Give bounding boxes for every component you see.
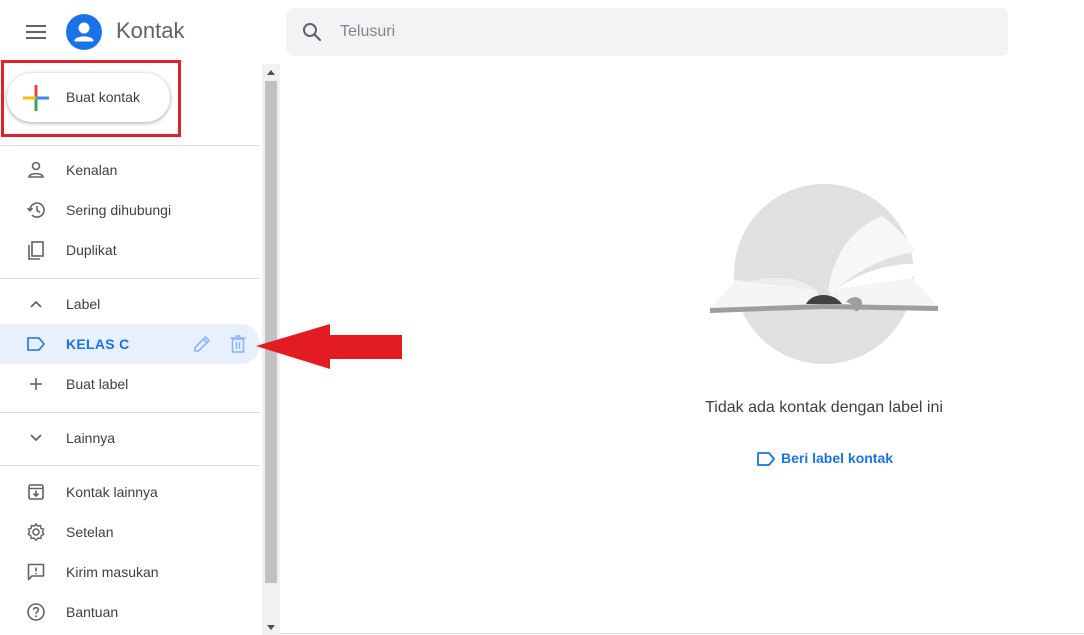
sidebar-item-label: Sering dihubungi bbox=[66, 202, 172, 218]
gear-icon bbox=[24, 520, 48, 544]
create-label-button[interactable]: Buat label bbox=[0, 364, 260, 404]
empty-state-message: Tidak ada kontak dengan label ini bbox=[705, 399, 943, 416]
sidebar-item-feedback[interactable]: Kirim masukan bbox=[0, 552, 260, 592]
sidebar-item-label: Setelan bbox=[66, 524, 114, 540]
divider bbox=[0, 278, 260, 279]
sidebar-item-label-kelas-c[interactable]: KELAS C bbox=[0, 324, 260, 364]
divider bbox=[0, 465, 260, 466]
label-contacts-link-text: Beri label kontak bbox=[781, 450, 894, 466]
feedback-icon bbox=[24, 560, 48, 584]
scroll-up-arrow-icon[interactable] bbox=[262, 64, 280, 80]
sidebar-item-settings[interactable]: Setelan bbox=[0, 512, 260, 552]
label-section-header: Label bbox=[66, 296, 101, 312]
copy-icon bbox=[24, 238, 48, 262]
sidebar-item-label: Lainnya bbox=[66, 430, 116, 446]
help-icon bbox=[24, 600, 48, 624]
search-bar[interactable] bbox=[286, 8, 1008, 56]
sidebar-item-label: Kontak lainnya bbox=[66, 484, 158, 500]
label-section-toggle[interactable]: Label bbox=[0, 284, 260, 324]
sidebar-item-label: Kenalan bbox=[66, 162, 118, 178]
scroll-down-arrow-icon[interactable] bbox=[262, 619, 280, 635]
chevron-down-icon bbox=[24, 426, 48, 450]
hamburger-menu-icon bbox=[26, 25, 46, 39]
history-icon bbox=[24, 198, 48, 222]
app-title[interactable]: Kontak bbox=[116, 18, 185, 44]
plus-icon bbox=[24, 372, 48, 396]
pencil-icon[interactable] bbox=[191, 333, 213, 355]
sidebar-item-contacts[interactable]: Kenalan bbox=[0, 150, 260, 190]
multicolor-plus-icon bbox=[23, 85, 49, 111]
sidebar-item-label: Bantuan bbox=[66, 604, 119, 620]
sidebar-item-duplicates[interactable]: Duplikat bbox=[0, 230, 260, 270]
label-tag-icon bbox=[24, 332, 48, 356]
trash-icon[interactable] bbox=[227, 333, 249, 355]
sidebar-item-frequently-contacted[interactable]: Sering dihubungi bbox=[0, 190, 260, 230]
main-menu-button[interactable] bbox=[20, 16, 52, 48]
create-contact-label: Buat kontak bbox=[66, 89, 140, 105]
sidebar-item-other-contacts[interactable]: Kontak lainnya bbox=[0, 472, 260, 512]
chevron-up-icon bbox=[24, 292, 48, 316]
sidebar-item-more[interactable]: Lainnya bbox=[0, 418, 260, 458]
person-icon bbox=[24, 158, 48, 182]
sidebar-item-label: Duplikat bbox=[66, 242, 117, 258]
create-contact-button[interactable]: Buat kontak bbox=[7, 73, 170, 122]
app-header: Kontak bbox=[0, 0, 1084, 64]
label-tag-icon bbox=[757, 452, 775, 466]
contacts-logo-icon[interactable] bbox=[66, 14, 102, 50]
sidebar-item-help[interactable]: Bantuan bbox=[0, 592, 260, 632]
sidebar: Buat kontak Kenalan Sering dihubungi Dup… bbox=[0, 60, 262, 635]
sidebar-item-label: KELAS C bbox=[66, 336, 130, 352]
bottom-divider bbox=[280, 633, 1084, 634]
sidebar-item-label: Kirim masukan bbox=[66, 564, 159, 580]
divider bbox=[0, 412, 260, 413]
sidebar-item-label: Buat label bbox=[66, 376, 129, 392]
search-icon[interactable] bbox=[300, 20, 324, 44]
archive-download-icon bbox=[24, 480, 48, 504]
divider bbox=[0, 145, 260, 146]
open-book-illustration bbox=[710, 184, 938, 364]
search-input[interactable] bbox=[340, 8, 980, 56]
red-left-arrow-icon bbox=[256, 324, 402, 369]
